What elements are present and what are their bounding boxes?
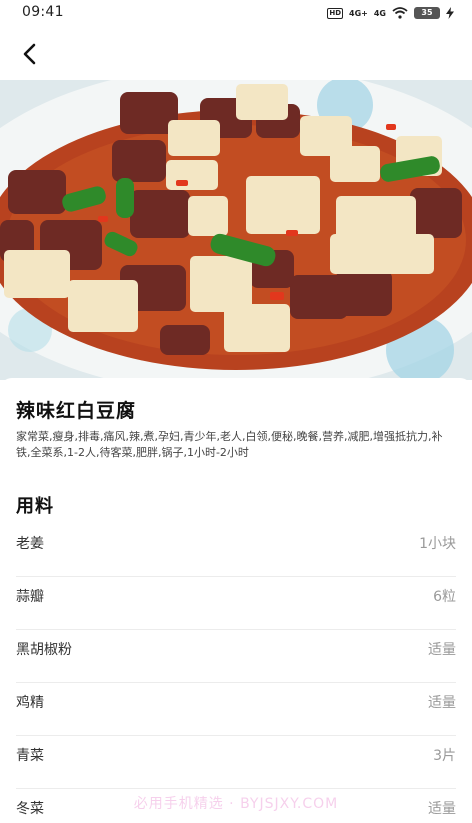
ingredient-name: 青菜	[16, 748, 44, 764]
ingredient-row: 老姜 1小块	[16, 524, 456, 577]
ingredient-name: 老姜	[16, 536, 44, 552]
ingredient-amount: 6粒	[433, 589, 456, 605]
ingredient-row: 青菜 3片	[16, 736, 456, 789]
status-time: 09:41	[22, 4, 64, 20]
ingredient-list: 老姜 1小块 蒜瓣 6粒 黑胡椒粉 适量 鸡精 适量 青菜 3片 冬菜 适量	[16, 524, 456, 823]
ingredient-row: 冬菜 适量	[16, 789, 456, 823]
hd-badge: HD	[327, 7, 344, 19]
ingredient-name: 蒜瓣	[16, 589, 44, 605]
signal-4g-plus-icon: 4G+	[349, 8, 368, 18]
signal-4g-icon: 4G	[373, 8, 386, 18]
nav-bar	[0, 28, 472, 80]
dish-photo	[0, 80, 472, 380]
recipe-sheet: 辣味红白豆腐 家常菜,瘦身,排毒,痛风,辣,煮,孕妇,青少年,老人,白领,便秘,…	[0, 378, 472, 823]
ingredients-section-title: 用料	[16, 496, 54, 517]
recipe-tags: 家常菜,瘦身,排毒,痛风,辣,煮,孕妇,青少年,老人,白领,便秘,晚餐,营养,减…	[16, 430, 443, 459]
ingredient-amount: 1小块	[419, 536, 456, 552]
dish-illustration	[0, 80, 472, 380]
back-button[interactable]	[14, 38, 46, 70]
ingredient-name: 黑胡椒粉	[16, 642, 72, 658]
ingredient-row: 鸡精 适量	[16, 683, 456, 736]
ingredient-name: 冬菜	[16, 801, 44, 817]
wifi-icon	[392, 7, 408, 19]
recipe-title: 辣味红白豆腐	[16, 400, 137, 422]
status-bar: 09:41 HD 4G+ 4G 35	[0, 0, 472, 28]
ingredient-amount: 适量	[428, 695, 456, 711]
ingredient-amount: 适量	[428, 642, 456, 658]
ingredient-name: 鸡精	[16, 695, 44, 711]
charging-bolt-icon	[446, 7, 454, 19]
ingredient-row: 蒜瓣 6粒	[16, 577, 456, 630]
ingredient-row: 黑胡椒粉 适量	[16, 630, 456, 683]
battery-icon: 35	[414, 7, 440, 19]
chevron-left-icon	[23, 43, 36, 65]
status-icons: HD 4G+ 4G 35	[327, 5, 454, 21]
ingredient-amount: 3片	[433, 748, 456, 764]
ingredient-amount: 适量	[428, 801, 456, 817]
